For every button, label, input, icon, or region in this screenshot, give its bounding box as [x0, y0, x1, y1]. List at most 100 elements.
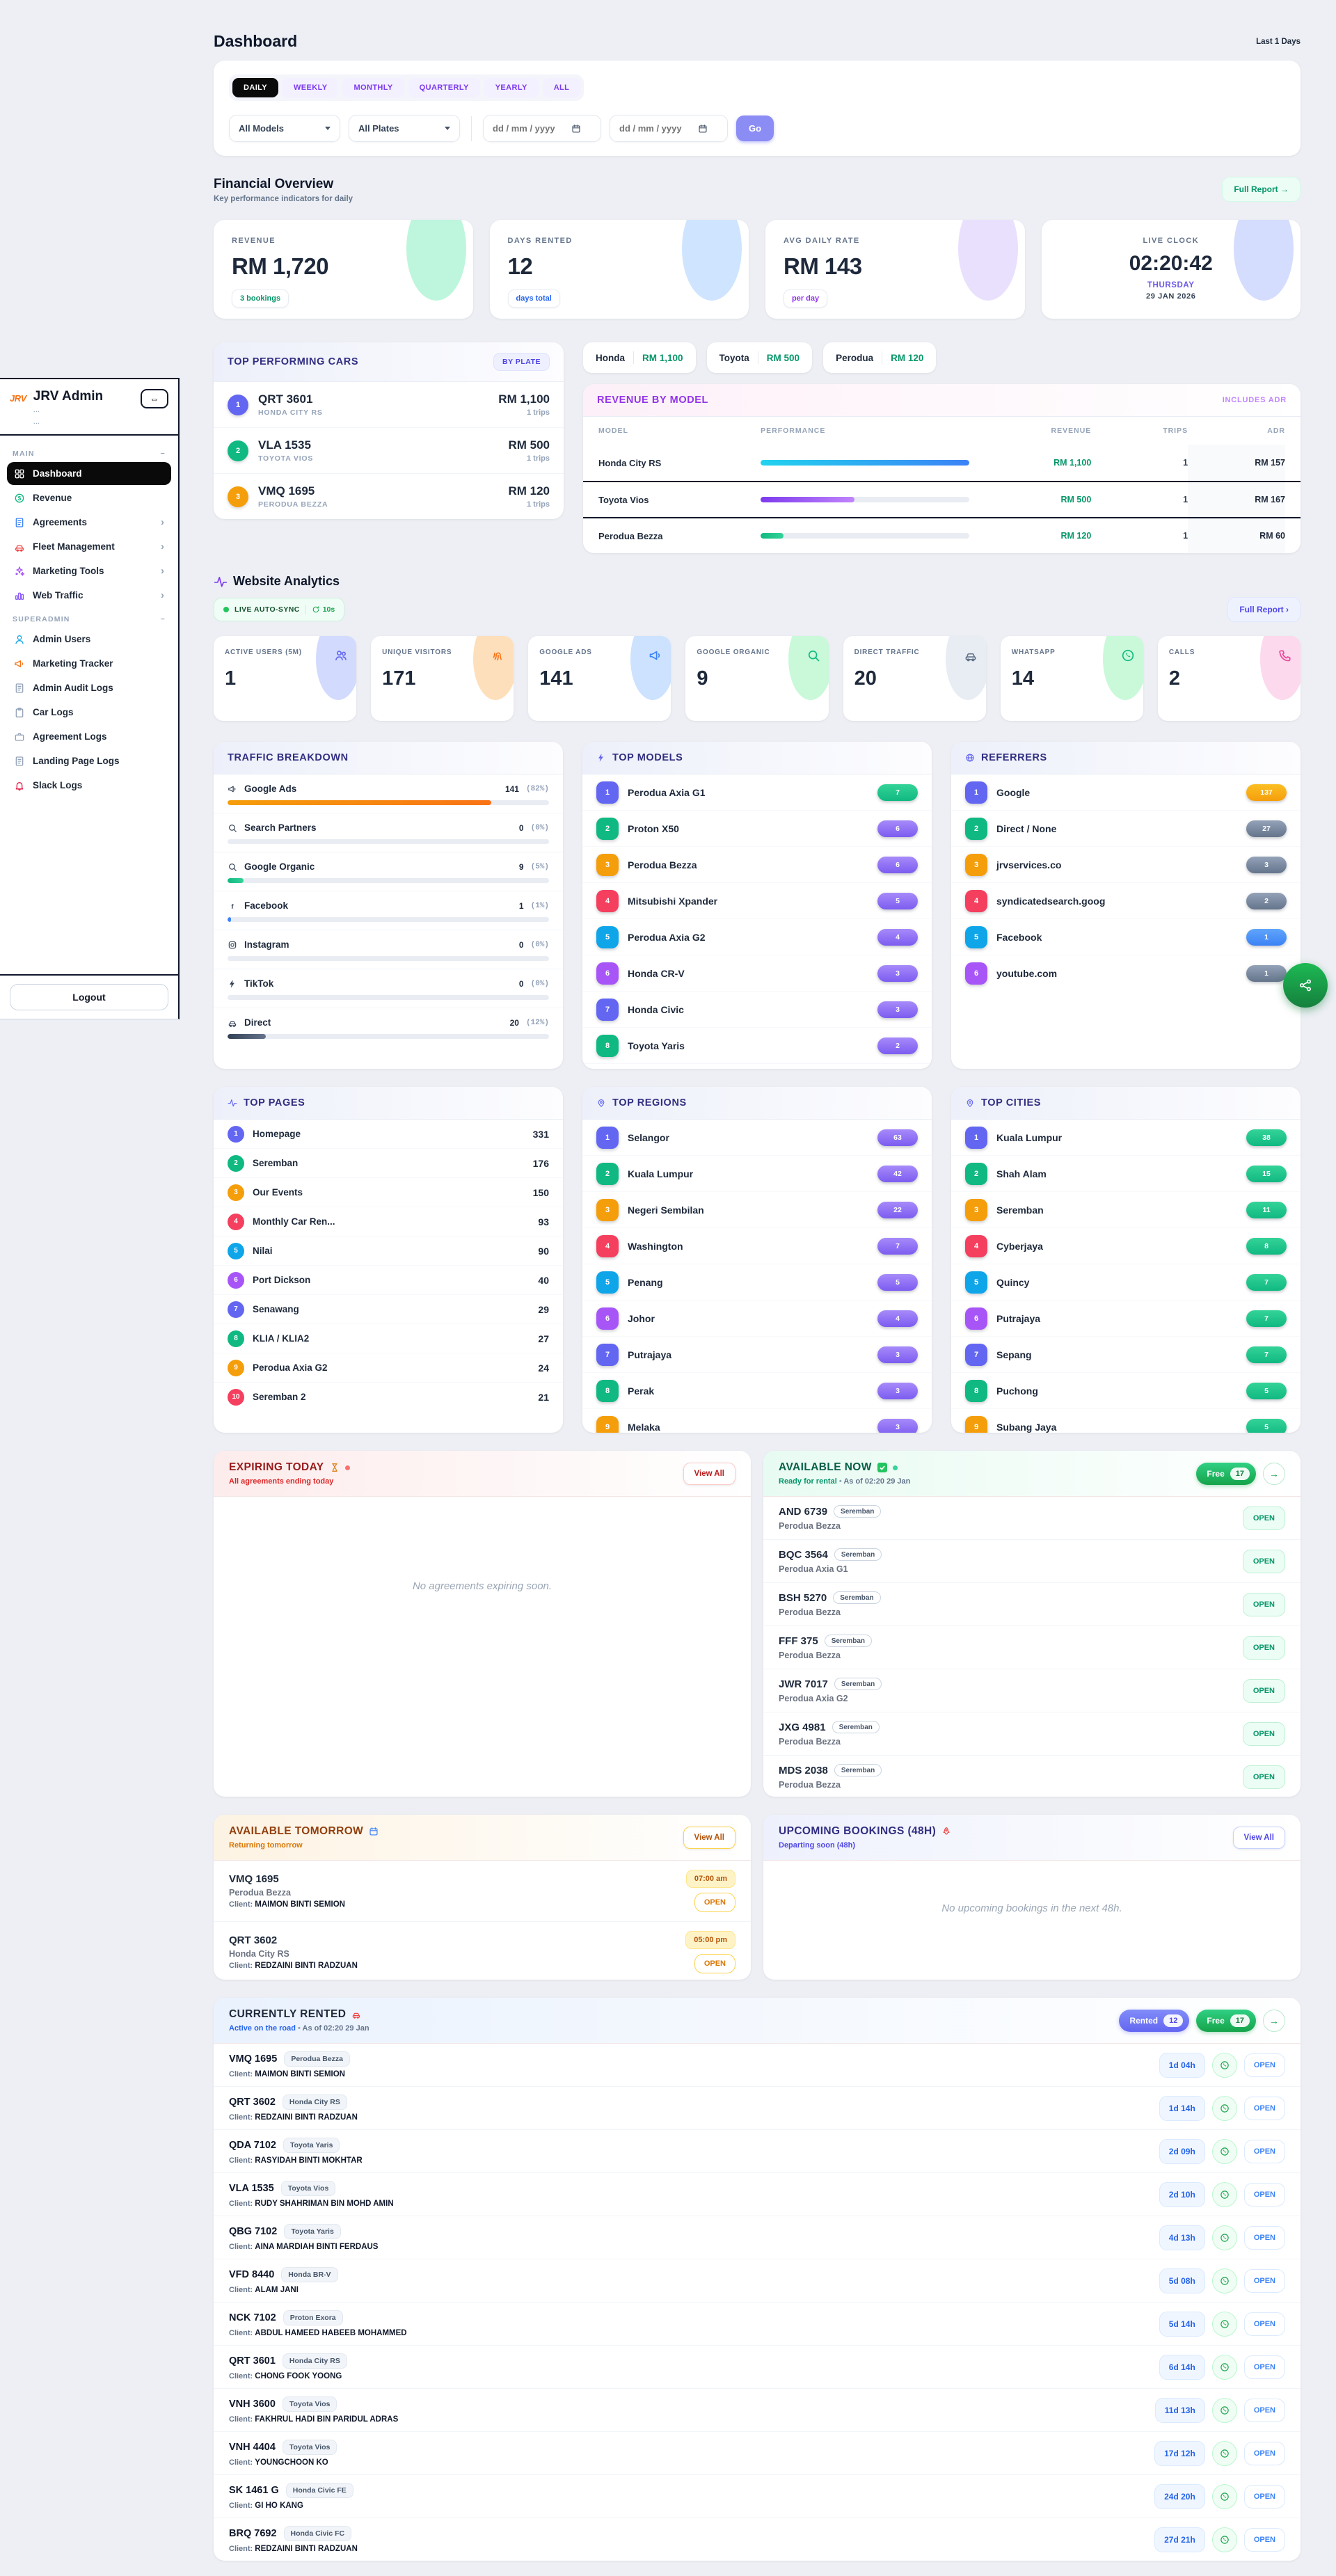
- traffic-row[interactable]: TikTok 0 (0%): [214, 969, 563, 1008]
- city-row[interactable]: 2 Shah Alam 15: [951, 1155, 1301, 1191]
- sidebar-item[interactable]: Car Logs ›: [7, 701, 171, 724]
- sidebar-section-main[interactable]: MAIN −: [7, 443, 171, 462]
- brand-chip[interactable]: Perodua RM 120: [823, 342, 936, 373]
- whatsapp-button[interactable]: [1212, 2355, 1237, 2380]
- page-row[interactable]: 10 Seremban 2 21: [214, 1382, 563, 1411]
- tomorrow-view-all-button[interactable]: View All: [683, 1827, 735, 1849]
- brand-chip[interactable]: Honda RM 1,100: [583, 342, 696, 373]
- open-button[interactable]: OPEN: [1244, 2399, 1285, 2422]
- model-select[interactable]: All Models: [229, 115, 340, 142]
- sidebar-item[interactable]: Marketing Tools ›: [7, 559, 171, 582]
- region-row[interactable]: 9 Melaka 3: [582, 1408, 932, 1433]
- page-row[interactable]: 8 KLIA / KLIA2 27: [214, 1323, 563, 1353]
- free-count-pill[interactable]: Free 17: [1196, 1463, 1256, 1485]
- sidebar-item[interactable]: Web Traffic ›: [7, 584, 171, 607]
- open-button[interactable]: OPEN: [1244, 2097, 1285, 2120]
- table-row[interactable]: Perodua Bezza RM 120 1 RM 60: [583, 517, 1301, 553]
- go-button[interactable]: Go: [736, 116, 774, 141]
- open-button[interactable]: OPEN: [1243, 1722, 1285, 1746]
- whatsapp-button[interactable]: [1212, 2096, 1237, 2121]
- period-tab[interactable]: DAILY: [232, 78, 278, 97]
- city-row[interactable]: 6 Putrajaya 7: [951, 1300, 1301, 1336]
- model-row[interactable]: 2 Proton X50 6: [582, 810, 932, 846]
- whatsapp-button[interactable]: [1212, 2484, 1237, 2509]
- region-row[interactable]: 7 Putrajaya 3: [582, 1336, 932, 1372]
- top-car-row[interactable]: 3 VMQ 1695 PERODUA BEZZA RM 120 1 trips: [214, 473, 564, 519]
- analytics-card[interactable]: WHATSAPP 14: [1001, 636, 1143, 721]
- top-car-row[interactable]: 1 QRT 3601 HONDA CITY RS RM 1,100 1 trip…: [214, 382, 564, 427]
- open-button[interactable]: OPEN: [1243, 1550, 1285, 1573]
- region-row[interactable]: 6 Johor 4: [582, 1300, 932, 1336]
- end-date-input[interactable]: [619, 123, 692, 134]
- region-row[interactable]: 5 Penang 5: [582, 1264, 932, 1300]
- analytics-card[interactable]: CALLS 2: [1158, 636, 1301, 721]
- page-row[interactable]: 5 Nilai 90: [214, 1236, 563, 1265]
- open-button[interactable]: OPEN: [694, 1954, 735, 1973]
- rented-count-pill[interactable]: Rented 12: [1119, 2010, 1189, 2032]
- logout-button[interactable]: Logout: [10, 984, 168, 1010]
- top-car-row[interactable]: 2 VLA 1535 TOYOTA VIOS RM 500 1 trips: [214, 427, 564, 473]
- open-button[interactable]: OPEN: [1243, 1679, 1285, 1703]
- free-count-pill[interactable]: Free 17: [1196, 2010, 1256, 2032]
- whatsapp-button[interactable]: [1212, 2441, 1237, 2466]
- period-tab[interactable]: ALL: [543, 78, 581, 97]
- region-row[interactable]: 1 Selangor 63: [582, 1120, 932, 1155]
- model-row[interactable]: 9 Perodua Myvi G3 2: [582, 1063, 932, 1069]
- referrer-row[interactable]: 5 Facebook 1: [951, 919, 1301, 955]
- start-date-field[interactable]: [483, 115, 601, 142]
- referrer-row[interactable]: 2 Direct / None 27: [951, 810, 1301, 846]
- page-row[interactable]: 2 Seremban 176: [214, 1148, 563, 1177]
- referrer-row[interactable]: 1 Google 137: [951, 774, 1301, 810]
- region-row[interactable]: 3 Negeri Sembilan 22: [582, 1191, 932, 1227]
- start-date-input[interactable]: [493, 123, 566, 134]
- open-button[interactable]: OPEN: [1244, 2183, 1285, 2207]
- whatsapp-button[interactable]: [1212, 2225, 1237, 2250]
- traffic-row[interactable]: Facebook 1 (1%): [214, 891, 563, 930]
- period-tab[interactable]: QUARTERLY: [408, 78, 480, 97]
- traffic-row[interactable]: Search Partners 0 (0%): [214, 813, 563, 852]
- sidebar-item[interactable]: Revenue ›: [7, 486, 171, 509]
- sidebar-item[interactable]: Fleet Management ›: [7, 535, 171, 558]
- whatsapp-button[interactable]: [1212, 2053, 1237, 2078]
- sidebar-item[interactable]: Admin Audit Logs ›: [7, 676, 171, 699]
- whatsapp-button[interactable]: [1212, 2139, 1237, 2164]
- region-row[interactable]: 8 Perak 3: [582, 1372, 932, 1408]
- sidebar-section-superadmin[interactable]: SUPERADMIN −: [7, 608, 171, 628]
- arrow-right-button[interactable]: →: [1263, 2010, 1285, 2032]
- open-button[interactable]: OPEN: [1244, 2528, 1285, 2552]
- open-button[interactable]: OPEN: [1243, 1593, 1285, 1616]
- plate-select[interactable]: All Plates: [349, 115, 460, 142]
- page-row[interactable]: 6 Port Dickson 40: [214, 1265, 563, 1294]
- page-row[interactable]: 9 Perodua Axia G2 24: [214, 1353, 563, 1382]
- referrer-row[interactable]: 6 youtube.com 1: [951, 955, 1301, 991]
- traffic-row[interactable]: Google Ads 141 (82%): [214, 774, 563, 813]
- referrer-row[interactable]: 3 jrvservices.co 3: [951, 846, 1301, 882]
- brand-chip[interactable]: Toyota RM 500: [707, 342, 813, 373]
- model-row[interactable]: 4 Mitsubishi Xpander 5: [582, 882, 932, 919]
- model-row[interactable]: 6 Honda CR-V 3: [582, 955, 932, 991]
- city-row[interactable]: 9 Subang Jaya 5: [951, 1408, 1301, 1433]
- city-row[interactable]: 8 Puchong 5: [951, 1372, 1301, 1408]
- share-fab-button[interactable]: [1283, 963, 1328, 1008]
- open-button[interactable]: OPEN: [1243, 1765, 1285, 1789]
- open-button[interactable]: OPEN: [1244, 2312, 1285, 2336]
- arrow-right-button[interactable]: →: [1263, 1463, 1285, 1485]
- sidebar-item[interactable]: Dashboard ›: [7, 462, 171, 485]
- analytics-card[interactable]: DIRECT TRAFFIC 20: [843, 636, 986, 721]
- analytics-card[interactable]: GOOGLE ADS 141: [528, 636, 671, 721]
- end-date-field[interactable]: [610, 115, 728, 142]
- analytics-card[interactable]: UNIQUE VISITORS 171: [371, 636, 514, 721]
- open-button[interactable]: OPEN: [694, 1893, 735, 1912]
- model-row[interactable]: 8 Toyota Yaris 2: [582, 1027, 932, 1063]
- open-button[interactable]: OPEN: [1244, 2226, 1285, 2250]
- whatsapp-button[interactable]: [1212, 2182, 1237, 2207]
- sidebar-item[interactable]: Admin Users ›: [7, 628, 171, 651]
- page-row[interactable]: 3 Our Events 150: [214, 1177, 563, 1207]
- analytics-full-report-button[interactable]: Full Report ›: [1227, 597, 1301, 622]
- city-row[interactable]: 7 Sepang 7: [951, 1336, 1301, 1372]
- open-button[interactable]: OPEN: [1244, 2269, 1285, 2293]
- whatsapp-button[interactable]: [1212, 2312, 1237, 2337]
- by-plate-badge[interactable]: BY PLATE: [493, 353, 550, 371]
- model-row[interactable]: 7 Honda Civic 3: [582, 991, 932, 1027]
- open-button[interactable]: OPEN: [1244, 2355, 1285, 2379]
